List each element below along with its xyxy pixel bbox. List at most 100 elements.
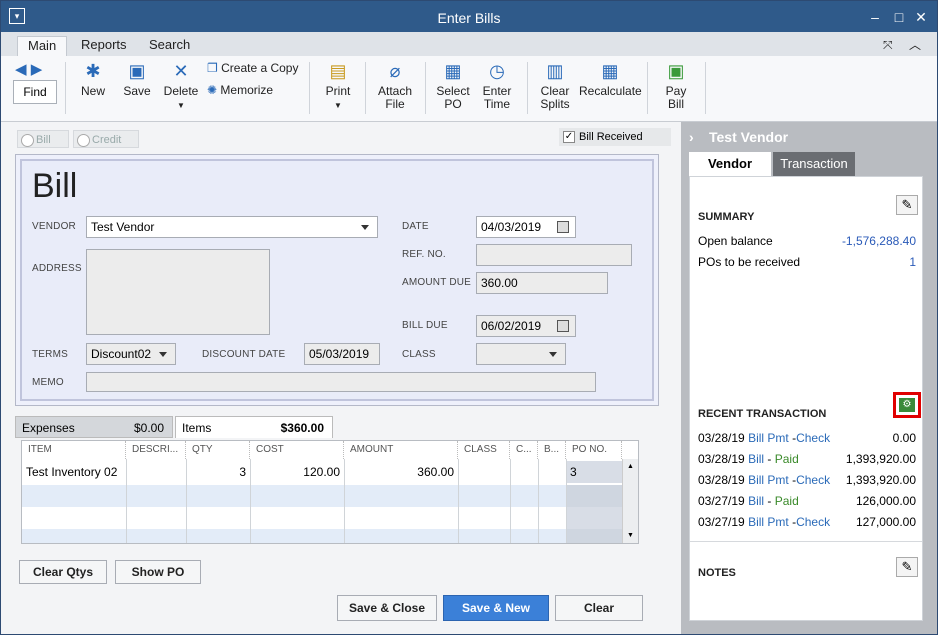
vertical-scrollbar[interactable]: ▲ ▼ [622,459,638,543]
tab-expenses[interactable]: Expenses $0.00 [15,416,173,438]
clear-button[interactable]: Clear [555,595,643,621]
list-item[interactable]: 03/28/19 Bill Pmt -Check 1,393,920.00 [698,472,916,488]
amount-due-label: AMOUNT DUE [402,277,472,288]
class-dropdown[interactable] [476,343,566,365]
column-header[interactable]: B... [538,441,566,459]
menu-tabs: Main Reports Search ⤧ ︿ [1,32,937,56]
list-item[interactable]: 03/27/19 Bill Pmt -Check 127,000.00 [698,514,916,530]
bill-received-checkbox[interactable]: ✓ Bill Received [559,128,671,146]
table-row[interactable] [22,507,622,529]
printer-icon: ▤ [329,61,347,81]
list-item[interactable]: 03/28/19 Bill - Paid 1,393,920.00 [698,451,916,467]
tab-reports[interactable]: Reports [71,36,137,56]
address-field[interactable] [86,249,270,335]
list-item[interactable]: 03/27/19 Bill - Paid 126,000.00 [698,493,916,509]
pay-bill-button[interactable]: ▣ Pay Bill [657,60,695,111]
edit-notes-pencil-icon[interactable]: ✎ [896,557,918,577]
window-title: Enter Bills [437,10,501,26]
column-header[interactable]: DESCRI... [126,441,186,459]
column-header[interactable]: CLASS [458,441,510,459]
floppy-icon: ▣ [128,61,146,81]
amount-due-field[interactable]: 360.00 [476,272,608,294]
memorize-icon: ✺ [207,83,218,97]
maximize-icon[interactable]: □ [891,9,907,25]
close-icon[interactable]: ✕ [913,9,929,25]
radio-bill[interactable]: Bill [17,130,69,148]
purchase-order-icon: ▦ [444,61,462,81]
memo-label: MEMO [32,377,64,388]
attach-file-button[interactable]: ⌀ Attach File [373,60,417,111]
ref-no-label: REF. NO. [402,249,446,260]
bill-due-field[interactable]: 06/02/2019 [476,315,576,337]
minimize-icon[interactable]: – [867,9,883,25]
delete-button[interactable]: ✕ Delete ▼ [161,60,201,112]
collapse-ribbon-icon[interactable]: ︿ [899,36,931,56]
vendor-dropdown[interactable]: Test Vendor [86,216,378,238]
column-header[interactable]: ITEM [22,441,126,459]
column-header[interactable]: COST [250,441,344,459]
checkmark-icon: ✓ [563,131,575,143]
find-button[interactable]: Find [13,80,57,104]
save-close-button[interactable]: Save & Close [337,595,437,621]
chevron-right-icon[interactable]: › [689,122,694,152]
tab-transaction[interactable]: Transaction [773,152,855,176]
radio-credit[interactable]: Credit [73,130,139,148]
date-label: DATE [402,221,429,232]
enter-bills-window: ▾ Enter Bills – □ ✕ Main Reports Search … [0,0,938,635]
prev-next-arrows-icon[interactable]: ◀ ▶ [15,60,42,78]
discount-date-label: DISCOUNT DATE [202,349,286,360]
memorize-button[interactable]: ✺ Memorize [207,84,303,97]
memo-field[interactable] [86,372,596,392]
column-header[interactable]: PO NO. [566,441,622,459]
table-row[interactable] [22,529,622,543]
column-header[interactable]: QTY [186,441,250,459]
scroll-down-icon: ▼ [627,532,634,539]
items-table: ITEM DESCRI... QTY COST AMOUNT CLASS C..… [21,440,639,544]
table-row[interactable] [22,485,622,507]
vendor-side-panel: › Test Vendor Vendor Transaction ✎ SUMMAR… [681,122,937,634]
date-field[interactable]: 04/03/2019 [476,216,576,238]
calculator-icon: ▦ [601,61,619,81]
clear-qtys-button[interactable]: Clear Qtys [19,560,107,584]
column-header[interactable]: C... [510,441,538,459]
paperclip-icon: ⌀ [389,61,401,81]
quick-report-icon[interactable]: ⚙ [899,398,915,412]
chevron-down-icon: ▼ [334,101,342,110]
save-button[interactable]: ▣ Save [119,60,155,98]
bill-due-label: BILL DUE [402,320,448,331]
print-button[interactable]: ▤ Print ▼ [319,60,357,112]
save-new-button[interactable]: Save & New [443,595,549,621]
bill-panel: Bill VENDOR Test Vendor ADDRESS DATE 04/… [15,154,659,406]
open-balance-row: Open balance -1,576,288.40 [698,234,916,248]
new-button[interactable]: ✱ New [75,60,111,98]
chevron-down-icon: ▼ [177,101,185,110]
tab-vendor[interactable]: Vendor [689,152,771,176]
form-heading: Bill [32,167,78,205]
select-po-button[interactable]: ▦ Select PO [433,60,473,111]
title-bar: ▾ Enter Bills – □ ✕ [1,1,937,32]
ribbon-toolbar: ◀ ▶ Find ✱ New ▣ Save ✕ Delete ▼ ❐ Create a … [1,56,937,122]
calendar-icon[interactable] [557,320,569,332]
notes-heading: NOTES [698,567,736,579]
new-document-icon: ✱ [85,61,101,81]
discount-date-field[interactable]: 05/03/2019 [304,343,380,365]
tab-search[interactable]: Search [139,36,200,56]
clear-splits-button[interactable]: ▥ Clear Splits [535,60,575,111]
detail-tabs: Expenses $0.00 Items $360.00 [15,416,641,438]
table-row[interactable]: Test Inventory 02 3 120.00 360.00 3 [22,461,622,483]
calendar-icon[interactable] [557,221,569,233]
show-po-button[interactable]: Show PO [115,560,201,584]
enter-time-button[interactable]: ◷ Enter Time [477,60,517,111]
class-label: CLASS [402,349,436,360]
vendor-label: VENDOR [32,221,76,232]
create-copy-button[interactable]: ❐ Create a Copy [207,62,303,75]
edit-pencil-icon[interactable]: ✎ [896,195,918,215]
list-item[interactable]: 03/28/19 Bill Pmt -Check 0.00 [698,430,916,446]
recalculate-button[interactable]: ▦ Recalculate [579,60,642,98]
tab-main[interactable]: Main [17,36,68,56]
tab-items[interactable]: Items $360.00 [175,416,333,438]
ref-no-field[interactable] [476,244,632,266]
pos-to-receive-row: POs to be received 1 [698,255,916,269]
terms-dropdown[interactable]: Discount02 [86,343,176,365]
column-header[interactable]: AMOUNT [344,441,458,459]
